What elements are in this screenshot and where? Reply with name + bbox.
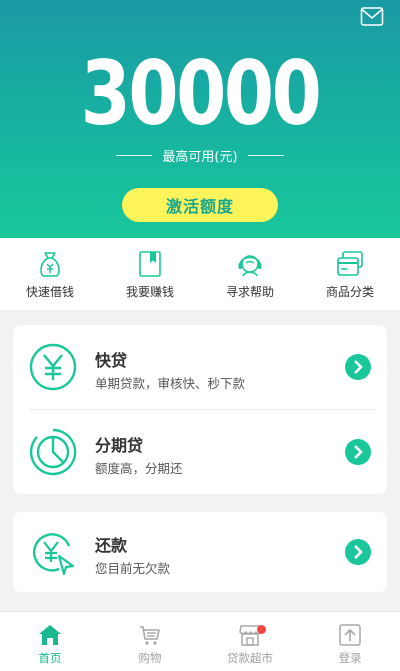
available-label: 最高可用(元) — [162, 149, 238, 165]
shortcut-label: 我要赚钱 — [125, 285, 174, 299]
available-label-row: 最高可用(元) — [0, 144, 400, 166]
yen-cursor-icon — [32, 533, 75, 576]
shortcut-quick-borrow[interactable]: 快速借钱 — [0, 238, 100, 310]
shortcut-categories[interactable]: 商品分类 — [300, 238, 400, 310]
divider-right — [247, 154, 284, 156]
product-title: 分期贷 — [95, 436, 144, 455]
upload-icon — [339, 624, 361, 646]
loan-products-card: 快贷 单期贷款，审核快、秒下款 分期贷 额度高，分期还 — [13, 325, 387, 494]
repay-description: 您目前无欠款 — [95, 561, 171, 576]
arrow-right-icon[interactable] — [345, 354, 371, 380]
shortcut-earn-money[interactable]: 我要赚钱 — [100, 238, 200, 310]
money-bag-icon — [40, 252, 60, 277]
hero-banner: 30000 最高可用(元) 激活额度 — [0, 0, 400, 238]
product-installment-loan[interactable]: 分期贷 额度高，分期还 — [13, 410, 387, 494]
tab-home[interactable]: 首页 — [0, 612, 100, 671]
product-description: 单期贷款，审核快、秒下款 — [95, 376, 246, 391]
repay-title: 还款 — [95, 536, 128, 555]
tab-label: 贷款超市 — [227, 651, 273, 665]
bottom-tab-bar: 首页 购物 贷款超市 登录 — [0, 611, 400, 671]
home-icon — [39, 625, 61, 645]
tab-label: 登录 — [338, 651, 362, 665]
shortcut-label: 商品分类 — [325, 285, 374, 299]
tab-label: 首页 — [38, 651, 62, 665]
mail-icon[interactable] — [360, 6, 384, 28]
tab-loan-market[interactable]: 贷款超市 — [200, 612, 300, 671]
repay-card: 还款 您目前无欠款 — [13, 512, 387, 592]
arrow-right-icon[interactable] — [345, 539, 371, 565]
arrow-right-icon[interactable] — [345, 439, 371, 465]
shortcut-seek-help[interactable]: 寻求帮助 — [200, 238, 300, 310]
tab-login[interactable]: 登录 — [300, 612, 400, 671]
tab-label: 购物 — [138, 651, 162, 665]
credit-amount: 30000 — [80, 42, 322, 145]
bookmark-book-icon — [139, 251, 161, 277]
shortcut-label: 快速借钱 — [25, 285, 74, 299]
headset-agent-icon — [238, 255, 262, 277]
repay-row[interactable]: 还款 您目前无欠款 — [13, 510, 387, 594]
activate-credit-button[interactable]: 激活额度 — [122, 188, 278, 222]
product-quick-loan[interactable]: 快贷 单期贷款，审核快、秒下款 — [13, 325, 387, 409]
cards-icon — [337, 251, 363, 276]
shortcut-bar: 快速借钱 我要赚钱 寻求帮助 商品分类 — [0, 238, 400, 310]
product-description: 额度高，分期还 — [95, 461, 183, 476]
yen-circle-icon — [29, 343, 77, 391]
divider-left — [116, 154, 153, 156]
shortcut-label: 寻求帮助 — [225, 285, 274, 299]
pie-chart-icon — [29, 428, 77, 476]
cart-icon — [140, 626, 160, 645]
notification-badge — [257, 625, 266, 634]
tab-shopping[interactable]: 购物 — [100, 612, 200, 671]
product-title: 快贷 — [95, 351, 128, 370]
